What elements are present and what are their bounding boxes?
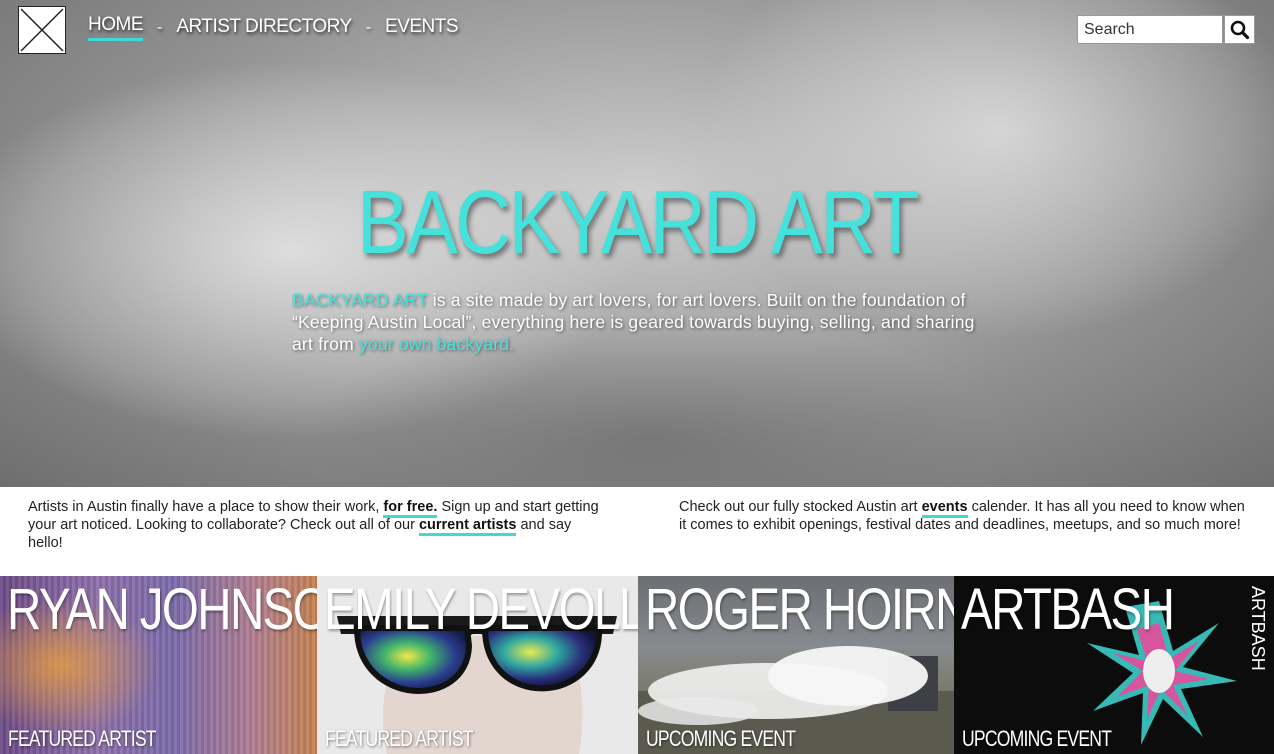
events-info: Check out our fully stocked Austin art e… xyxy=(679,498,1251,534)
card-emily-devoll[interactable]: EMILY DEVOLL FEATURED ARTIST xyxy=(317,576,638,754)
search-input[interactable] xyxy=(1077,15,1223,44)
nav-home[interactable]: HOME xyxy=(88,14,144,41)
search-button[interactable] xyxy=(1224,15,1255,44)
hero-title: BACKYARD ART xyxy=(357,173,919,273)
nav-events[interactable]: EVENTS xyxy=(385,16,459,40)
main-nav: HOME - ARTIST DIRECTORY - EVENTS xyxy=(88,14,459,41)
nav-separator: - xyxy=(365,18,372,36)
card-tag: FEATURED ARTIST xyxy=(8,726,157,751)
search-icon xyxy=(1230,20,1250,40)
nav-artist-directory[interactable]: ARTIST DIRECTORY xyxy=(176,16,352,40)
for-free-link[interactable]: for free. xyxy=(383,499,438,518)
info-text: Check out our fully stocked Austin art xyxy=(679,499,922,515)
card-artbash[interactable]: ARTBASH ARTBASH UPCOMING EVENT xyxy=(954,576,1274,754)
card-title: EMILY DEVOLL xyxy=(324,577,638,642)
search-box xyxy=(1077,15,1255,44)
artists-info: Artists in Austin finally have a place t… xyxy=(28,498,608,552)
logo[interactable] xyxy=(18,6,66,54)
info-text: Artists in Austin finally have a place t… xyxy=(28,499,384,515)
card-title: RYAN JOHNSON xyxy=(7,577,317,642)
events-link[interactable]: events xyxy=(921,499,968,518)
hero-banner: HOME - ARTIST DIRECTORY - EVENTS BACKYAR… xyxy=(0,0,1274,487)
brand-highlight: BACKYARD ART xyxy=(292,290,428,310)
featured-cards: RYAN JOHNSON FEATURED ARTIST xyxy=(0,576,1274,754)
backyard-link[interactable]: your own backyard. xyxy=(359,334,514,354)
current-artists-link[interactable]: current artists xyxy=(418,517,517,536)
artbash-side-text: ARTBASH xyxy=(1248,586,1268,671)
card-tag: FEATURED ARTIST xyxy=(325,726,474,751)
card-tag: UPCOMING EVENT xyxy=(646,726,796,751)
card-title: ROGER HOIRNS xyxy=(645,577,954,642)
nav-separator: - xyxy=(157,18,163,36)
hero-intro: BACKYARD ART is a site made by art lover… xyxy=(292,289,992,355)
card-roger-hoirns[interactable]: ROGER HOIRNS UPCOMING EVENT xyxy=(638,576,954,754)
card-tag: UPCOMING EVENT xyxy=(962,726,1112,751)
card-ryan-johnson[interactable]: RYAN JOHNSON FEATURED ARTIST xyxy=(0,576,317,754)
x-logo-icon xyxy=(20,8,64,52)
card-title: ARTBASH xyxy=(961,577,1175,642)
